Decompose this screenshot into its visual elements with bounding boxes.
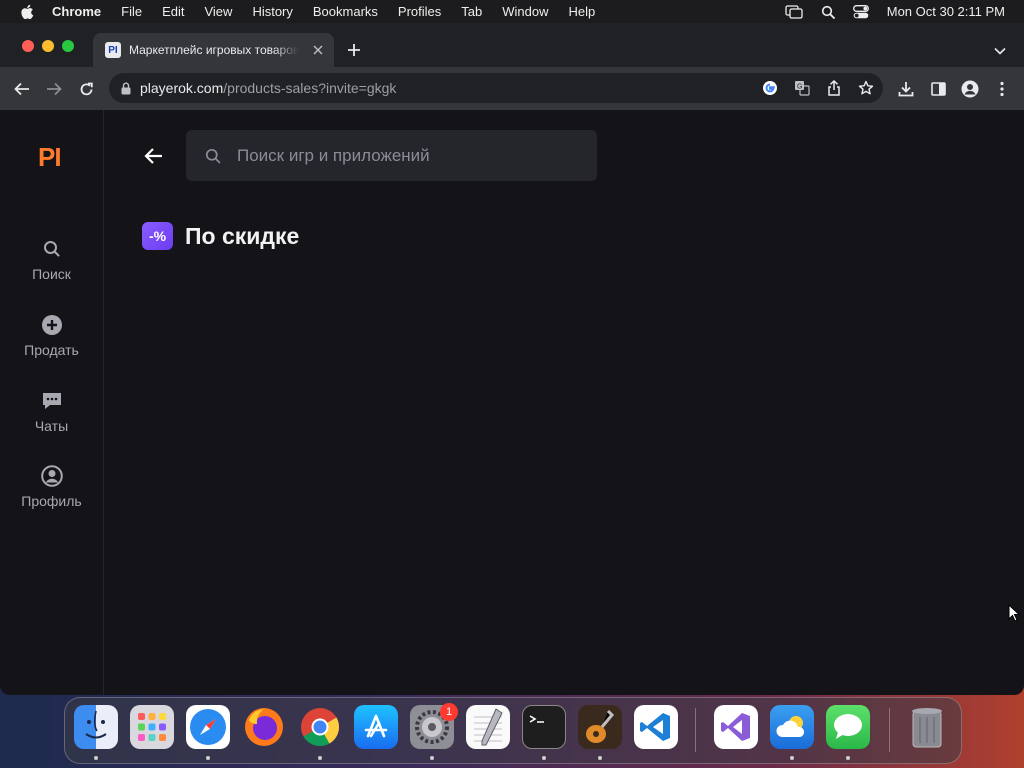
nav-item-search[interactable]: Поиск bbox=[0, 238, 103, 282]
profile-avatar-icon[interactable] bbox=[960, 79, 980, 99]
menu-file[interactable]: File bbox=[121, 4, 142, 19]
trash-icon[interactable] bbox=[905, 705, 949, 749]
back-arrow-icon[interactable] bbox=[12, 79, 32, 99]
garageband-icon[interactable] bbox=[578, 705, 622, 749]
search-icon bbox=[0, 238, 103, 260]
tab-active[interactable]: PI Маркетплейс игровых товаров bbox=[93, 33, 334, 67]
zoom-window-button[interactable] bbox=[62, 40, 74, 52]
plus-circle-icon bbox=[0, 314, 103, 336]
page-content: PI Поиск Продать Чаты Профиль Поиск игр … bbox=[0, 110, 1024, 695]
section-header: -% По скидке bbox=[142, 222, 299, 250]
finder-icon[interactable] bbox=[74, 705, 118, 749]
menu-bookmarks[interactable]: Bookmarks bbox=[313, 4, 378, 19]
browser-window: PI Маркетплейс игровых товаров playerok. bbox=[0, 23, 1024, 695]
dock bbox=[64, 697, 962, 764]
tab-strip: PI Маркетплейс игровых товаров bbox=[0, 23, 1024, 67]
running-indicator bbox=[430, 756, 434, 760]
weather-icon[interactable] bbox=[770, 705, 814, 749]
menu-view[interactable]: View bbox=[204, 4, 232, 19]
more-menu-icon[interactable] bbox=[992, 79, 1012, 99]
visual-studio-icon[interactable] bbox=[714, 705, 758, 749]
nav-item-label: Продать bbox=[24, 342, 79, 358]
site-sidebar: PI Поиск Продать Чаты Профиль bbox=[0, 110, 104, 695]
nav-item-profile[interactable]: Профиль bbox=[0, 465, 103, 509]
nav-item-label: Профиль bbox=[21, 493, 82, 509]
dock-separator bbox=[889, 708, 890, 752]
search-input[interactable] bbox=[235, 144, 579, 167]
back-arrow-icon[interactable] bbox=[143, 145, 165, 167]
page-title: По скидке bbox=[185, 222, 300, 249]
running-indicator bbox=[790, 756, 794, 760]
window-controls bbox=[22, 40, 82, 52]
vscode-icon[interactable] bbox=[634, 705, 678, 749]
tab-close-icon[interactable] bbox=[311, 42, 325, 58]
nav-item-label: Чаты bbox=[34, 418, 69, 434]
site-favicon: PI bbox=[105, 42, 121, 58]
menu-window[interactable]: Window bbox=[502, 4, 548, 19]
running-indicator bbox=[206, 756, 210, 760]
side-panel-icon[interactable] bbox=[928, 79, 948, 99]
app-store-icon[interactable] bbox=[354, 705, 398, 749]
profile-icon bbox=[0, 465, 103, 487]
apple-icon[interactable] bbox=[20, 4, 34, 20]
running-indicator bbox=[542, 756, 546, 760]
menu-clock[interactable]: Mon Oct 30 2:11 PM bbox=[887, 4, 1005, 19]
tab-search-chevron-icon[interactable] bbox=[994, 42, 1006, 60]
menu-profiles[interactable]: Profiles bbox=[398, 4, 441, 19]
spotlight-search-icon[interactable] bbox=[821, 5, 835, 19]
url-host: playerok.com bbox=[140, 80, 224, 96]
download-icon[interactable] bbox=[896, 79, 916, 99]
close-window-button[interactable] bbox=[22, 40, 34, 52]
site-logo[interactable]: PI bbox=[38, 142, 62, 173]
running-indicator bbox=[846, 756, 850, 760]
tab-title: Маркетплейс игровых товаров bbox=[129, 43, 299, 57]
notification-badge: 1 bbox=[440, 703, 458, 721]
google-lens-icon[interactable] bbox=[761, 79, 779, 97]
svg-text:G: G bbox=[797, 84, 802, 91]
nav-item-sell[interactable]: Продать bbox=[0, 314, 103, 358]
firefox-icon[interactable] bbox=[242, 705, 286, 749]
menu-tab[interactable]: Tab bbox=[461, 4, 482, 19]
reload-icon[interactable] bbox=[76, 79, 96, 99]
menu-history[interactable]: History bbox=[252, 4, 292, 19]
dock-separator bbox=[695, 708, 696, 752]
control-center-icon[interactable] bbox=[852, 4, 869, 19]
menu-help[interactable]: Help bbox=[569, 4, 596, 19]
new-tab-button[interactable] bbox=[344, 40, 364, 60]
messages-icon[interactable] bbox=[826, 705, 870, 749]
running-indicator bbox=[94, 756, 98, 760]
minimize-window-button[interactable] bbox=[42, 40, 54, 52]
nav-item-label: Поиск bbox=[32, 266, 71, 282]
menu-bar: Chrome File Edit View History Bookmarks … bbox=[0, 0, 1024, 23]
forward-arrow-icon[interactable] bbox=[44, 79, 64, 99]
address-bar[interactable]: playerok.com/products-sales?invite=gkgk … bbox=[109, 73, 883, 103]
launchpad-icon[interactable] bbox=[130, 705, 174, 749]
running-indicator bbox=[318, 756, 322, 760]
menu-edit[interactable]: Edit bbox=[162, 4, 184, 19]
terminal-icon[interactable] bbox=[522, 705, 566, 749]
url-path: /products-sales?invite=gkgk bbox=[223, 80, 397, 96]
textedit-icon[interactable] bbox=[466, 705, 510, 749]
safari-icon[interactable] bbox=[186, 705, 230, 749]
share-icon[interactable] bbox=[825, 79, 843, 97]
chat-icon bbox=[0, 390, 103, 412]
bookmark-star-icon[interactable] bbox=[857, 79, 875, 97]
search-icon bbox=[205, 148, 221, 164]
chrome-icon[interactable] bbox=[298, 705, 342, 749]
running-indicator bbox=[598, 756, 602, 760]
browser-toolbar: playerok.com/products-sales?invite=gkgk … bbox=[0, 67, 1024, 111]
menu-app-name[interactable]: Chrome bbox=[52, 4, 101, 19]
screen-mirroring-icon[interactable] bbox=[785, 4, 803, 19]
discount-badge: -% bbox=[142, 222, 173, 250]
game-search-box[interactable] bbox=[186, 130, 597, 181]
mouse-cursor-icon bbox=[1008, 603, 1021, 627]
lock-icon[interactable] bbox=[121, 82, 131, 95]
translate-icon[interactable]: G bbox=[793, 79, 811, 97]
nav-item-chats[interactable]: Чаты bbox=[0, 390, 103, 434]
url-text[interactable]: playerok.com/products-sales?invite=gkgk bbox=[140, 80, 396, 96]
